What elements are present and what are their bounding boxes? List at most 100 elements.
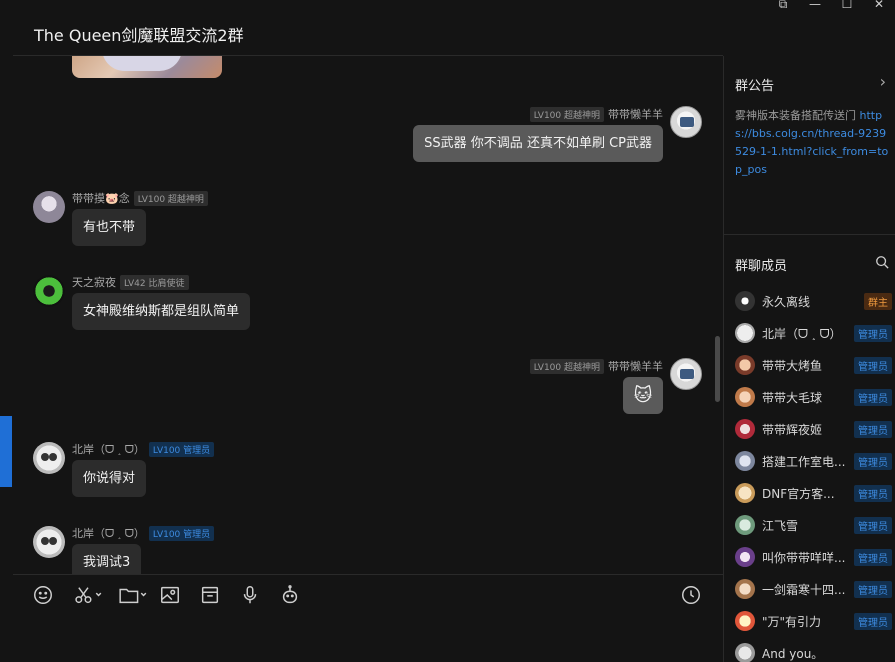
member-avatar <box>735 323 755 343</box>
robot-icon[interactable] <box>278 584 302 608</box>
member-avatar <box>735 579 755 599</box>
admin-badge: 管理员 <box>854 548 892 566</box>
admin-badge: 管理员 <box>854 356 892 374</box>
group-sidebar: 群公告 › 雾神版本装备搭配传送门 https://bbs.colg.cn/th… <box>723 56 895 662</box>
members-title: 群聊成员 <box>735 259 788 274</box>
member-name: And you。 <box>762 646 824 661</box>
sender-name[interactable]: 天之寂夜 <box>72 274 116 290</box>
member-avatar <box>735 611 755 631</box>
message-list[interactable]: LV100 超越神明 带带懒羊羊 SS武器 你不调品 还真不如单刷 CP武器 带… <box>13 56 723 574</box>
scissors-icon[interactable] <box>71 584 105 608</box>
level-badge: LV42 比肩使徒 <box>120 274 189 290</box>
member-item[interactable]: 带带大烤鱼 管理员 <box>735 354 892 376</box>
chat-scrollbar[interactable] <box>715 336 720 402</box>
admin-badge: 管理员 <box>854 612 892 630</box>
member-avatar <box>735 515 755 535</box>
admin-badge: 管理员 <box>854 420 892 438</box>
close-icon[interactable]: ✕ <box>863 0 895 12</box>
member-avatar <box>735 291 755 311</box>
member-item[interactable]: 永久离线 群主 <box>735 290 892 312</box>
member-name: 一剑霜寒十四... <box>762 582 846 597</box>
image-content <box>102 56 182 71</box>
message-meta: 北岸（ᗜ ˰ ᗜ） LV100 管理员 <box>72 441 215 457</box>
member-avatar <box>735 387 755 407</box>
member-avatar <box>735 547 755 567</box>
member-name: DNF官方客... <box>762 486 835 501</box>
box-icon[interactable] <box>198 584 222 608</box>
avatar[interactable] <box>670 358 702 390</box>
avatar[interactable] <box>33 191 65 223</box>
member-name: 带带辉夜姬 <box>762 422 823 437</box>
image-icon[interactable] <box>158 584 182 608</box>
member-name: 叫你带带咩咩... <box>762 550 846 565</box>
emoji-icon[interactable] <box>31 584 55 608</box>
owner-badge: 群主 <box>864 292 892 310</box>
image-message[interactable] <box>72 56 222 78</box>
sender-name[interactable]: 北岸（ᗜ ˰ ᗜ） <box>72 441 145 457</box>
member-name: "万"有引力 <box>762 614 822 629</box>
pin-window-icon[interactable]: ⧉ <box>767 0 799 12</box>
message-meta: 带带摸🐷念 LV100 超越神明 <box>72 190 208 206</box>
member-item[interactable]: "万"有引力 管理员 <box>735 610 892 632</box>
avatar[interactable] <box>33 526 65 558</box>
chevron-right-icon[interactable]: › <box>880 72 886 91</box>
window-controls: ⧉ — ☐ ✕ <box>767 0 895 10</box>
member-item[interactable]: 一剑霜寒十四... 管理员 <box>735 578 892 600</box>
admin-badge: 管理员 <box>854 484 892 502</box>
message-meta: LV100 超越神明 带带懒羊羊 <box>529 106 663 122</box>
level-badge: LV100 超越神明 <box>529 358 604 374</box>
sender-name[interactable]: 带带摸🐷念 <box>72 190 130 206</box>
level-badge: LV100 超越神明 <box>529 106 604 122</box>
admin-badge: LV100 管理员 <box>148 441 215 457</box>
message-bubble[interactable]: 我调试3 <box>72 544 142 574</box>
input-toolbar <box>13 574 723 662</box>
member-avatar <box>735 419 755 439</box>
group-title: The Queen剑魔联盟交流2群 <box>34 26 244 45</box>
sender-name[interactable]: 北岸（ᗜ ˰ ᗜ） <box>72 525 145 541</box>
maximize-icon[interactable]: ☐ <box>831 0 863 12</box>
member-item[interactable]: DNF官方客... 管理员 <box>735 482 892 504</box>
member-item[interactable]: 北岸（ᗜ ˰ ᗜ） 管理员 <box>735 322 892 344</box>
message-meta: 天之寂夜 LV42 比肩使徒 <box>72 274 189 290</box>
message-meta: 北岸（ᗜ ˰ ᗜ） LV100 管理员 <box>72 525 215 541</box>
message-meta: LV100 超越神明 带带懒羊羊 <box>529 358 663 374</box>
member-item[interactable]: 叫你带带咩咩... 管理员 <box>735 546 892 568</box>
member-item[interactable]: And you。 <box>735 642 892 662</box>
message-bubble[interactable]: 有也不带 <box>72 209 147 246</box>
message-bubble[interactable]: 女神殿维纳斯都是组队简单 <box>72 293 251 330</box>
divider <box>724 234 895 235</box>
microphone-icon[interactable] <box>238 584 262 608</box>
member-item[interactable]: 搭建工作室电... 管理员 <box>735 450 892 472</box>
member-name: 江飞雪 <box>762 518 799 533</box>
admin-badge: 管理员 <box>854 452 892 470</box>
member-avatar <box>735 451 755 471</box>
announcement-text: 雾神版本装备搭配传送门 <box>735 109 860 122</box>
avatar[interactable] <box>33 275 65 307</box>
sender-name[interactable]: 带带懒羊羊 <box>608 358 663 374</box>
member-item[interactable]: 带带辉夜姬 管理员 <box>735 418 892 440</box>
chat-header: The Queen剑魔联盟交流2群 <box>13 0 723 56</box>
member-avatar <box>735 483 755 503</box>
announcement-content: 雾神版本装备搭配传送门 https://bbs.colg.cn/thread-9… <box>735 107 891 179</box>
member-item[interactable]: 带带大毛球 管理员 <box>735 386 892 408</box>
message-bubble[interactable]: SS武器 你不调品 还真不如单刷 CP武器 <box>413 125 663 162</box>
member-name: 永久离线 <box>762 294 811 309</box>
avatar[interactable] <box>670 106 702 138</box>
announcement-title[interactable]: 群公告 <box>735 75 774 94</box>
folder-icon[interactable] <box>116 584 150 608</box>
admin-badge: 管理员 <box>854 516 892 534</box>
sender-name[interactable]: 带带懒羊羊 <box>608 106 663 122</box>
message-bubble[interactable]: 你说得对 <box>72 460 147 497</box>
avatar[interactable] <box>33 442 65 474</box>
admin-badge: LV100 管理员 <box>148 525 215 541</box>
active-conversation-indicator <box>0 416 12 487</box>
minimize-icon[interactable]: — <box>799 0 831 12</box>
member-avatar <box>735 355 755 375</box>
member-item[interactable]: 江飞雪 管理员 <box>735 514 892 536</box>
history-icon[interactable] <box>679 584 703 608</box>
level-badge: LV100 超越神明 <box>133 190 208 206</box>
search-icon[interactable] <box>875 254 889 273</box>
member-name: 北岸（ᗜ ˰ ᗜ） <box>762 326 842 341</box>
sticker-message[interactable]: 🐱 <box>623 377 663 414</box>
member-name: 带带大毛球 <box>762 390 823 405</box>
